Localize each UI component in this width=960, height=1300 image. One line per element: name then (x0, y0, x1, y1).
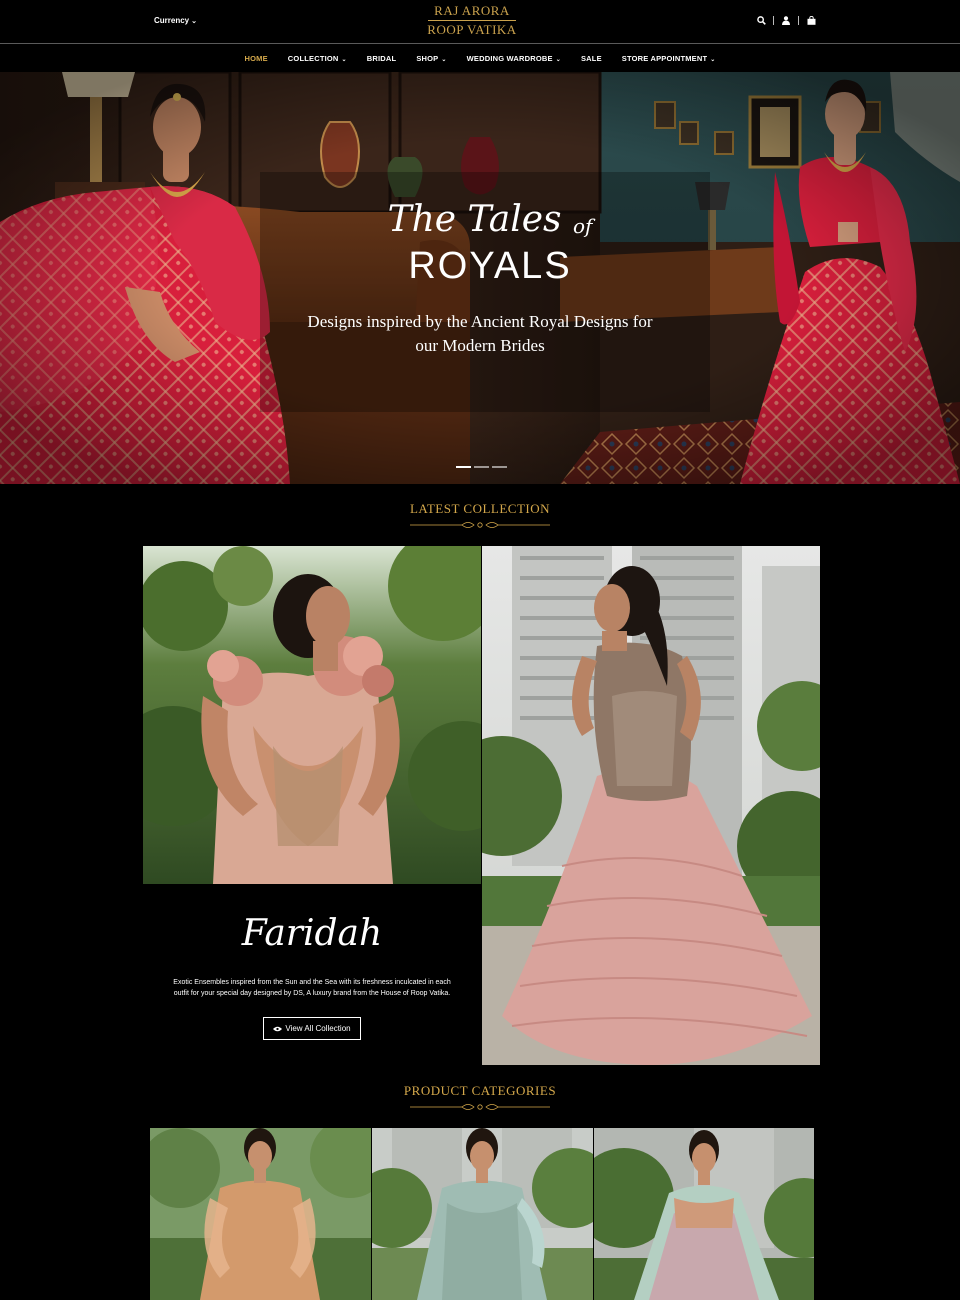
hero-script-of: of (572, 214, 593, 238)
nav-item-label: COLLECTION (287, 54, 339, 63)
logo-line2: ROOP VATIKA (427, 22, 517, 37)
hero-subtitle-line1: Designs inspired by the Ancient Royal De… (307, 312, 653, 331)
latest-collection-heading: LATEST COLLECTION (330, 501, 630, 530)
latest-collection-title: LATEST COLLECTION (409, 501, 551, 516)
search-icon[interactable] (755, 14, 767, 26)
chevron-down-icon: ⌄ (441, 57, 447, 63)
nav-item-wedding-wardrobe[interactable]: WEDDING WARDROBE ⌄ (457, 54, 571, 63)
collection-image-left[interactable] (143, 546, 481, 884)
nav-item-store-appointment[interactable]: STORE APPOINTMENT ⌄ (612, 54, 726, 63)
nav-item-label: BRIDAL (366, 54, 397, 63)
slide-dot[interactable] (474, 466, 489, 468)
currency-label: Currency (154, 16, 190, 25)
hero-title: ROYALS (408, 245, 572, 287)
nav-item-bridal[interactable]: BRIDAL (357, 54, 407, 63)
icon-divider (773, 15, 774, 25)
chevron-down-icon: ⌄ (555, 57, 561, 63)
product-categories-heading: PRODUCT CATEGORIES (330, 1083, 630, 1112)
chevron-down-icon: ⌄ (710, 57, 716, 63)
hero-heading: The Tales of ROYALS (280, 200, 700, 287)
logo-line1: RAJ ARORA (434, 3, 510, 18)
nav-item-home[interactable]: HOME (234, 54, 277, 63)
category-card[interactable] (594, 1128, 814, 1300)
logo-divider (428, 20, 516, 21)
chevron-down-icon: ⌄ (341, 57, 347, 63)
nav-item-collection[interactable]: COLLECTION ⌄ (278, 54, 357, 63)
collection-description: Exotic Ensembles inspired from the Sun a… (173, 979, 451, 997)
category-card[interactable] (372, 1128, 593, 1300)
main-navigation: HOME COLLECTION ⌄ BRIDAL SHOP ⌄ WEDDING WARDRO… (0, 45, 960, 72)
header-icons (755, 14, 817, 26)
hero-script-text: The Tales (387, 199, 562, 240)
view-all-collection-button[interactable]: View All Collection (263, 1017, 361, 1040)
shopping-bag-icon[interactable] (805, 14, 817, 26)
user-icon[interactable] (780, 14, 792, 26)
category-card[interactable] (150, 1128, 371, 1300)
product-categories-title: PRODUCT CATEGORIES (403, 1083, 557, 1098)
nav-item-shop[interactable]: SHOP ⌄ (406, 54, 456, 63)
hero-script-title: The Tales of (280, 200, 700, 246)
view-all-collection-label: View All Collection (285, 1024, 351, 1033)
nav-item-label: HOME (244, 54, 268, 63)
hero-subtitle-line2: our Modern Brides (415, 336, 545, 355)
hero-subtitle: Designs inspired by the Ancient Royal De… (270, 310, 690, 358)
brand-logo[interactable]: RAJ ARORA ROOP VATIKA (424, 3, 520, 38)
collection-image-right[interactable] (482, 546, 820, 1065)
slider-dots (456, 466, 507, 468)
slide-dot[interactable] (492, 466, 507, 468)
hero-banner: The Tales of ROYALS Designs inspired by … (0, 72, 960, 484)
nav-item-label: WEDDING WARDROBE (466, 54, 553, 63)
nav-item-label: SHOP (416, 54, 439, 63)
ornament-divider-icon (410, 522, 550, 528)
nav-item-label: SALE (580, 54, 602, 63)
nav-item-label: STORE APPOINTMENT (621, 54, 708, 63)
top-header: Currency ⌄ RAJ ARORA ROOP VATIKA (0, 0, 960, 44)
chevron-down-icon: ⌄ (191, 18, 197, 25)
collection-name: Faridah (241, 913, 383, 954)
slide-dot[interactable] (456, 466, 471, 468)
nav-item-sale[interactable]: SALE (571, 54, 612, 63)
ornament-divider-icon (410, 1104, 550, 1110)
icon-divider (798, 15, 799, 25)
eye-icon (273, 1026, 283, 1031)
currency-selector[interactable]: Currency ⌄ (154, 16, 197, 25)
